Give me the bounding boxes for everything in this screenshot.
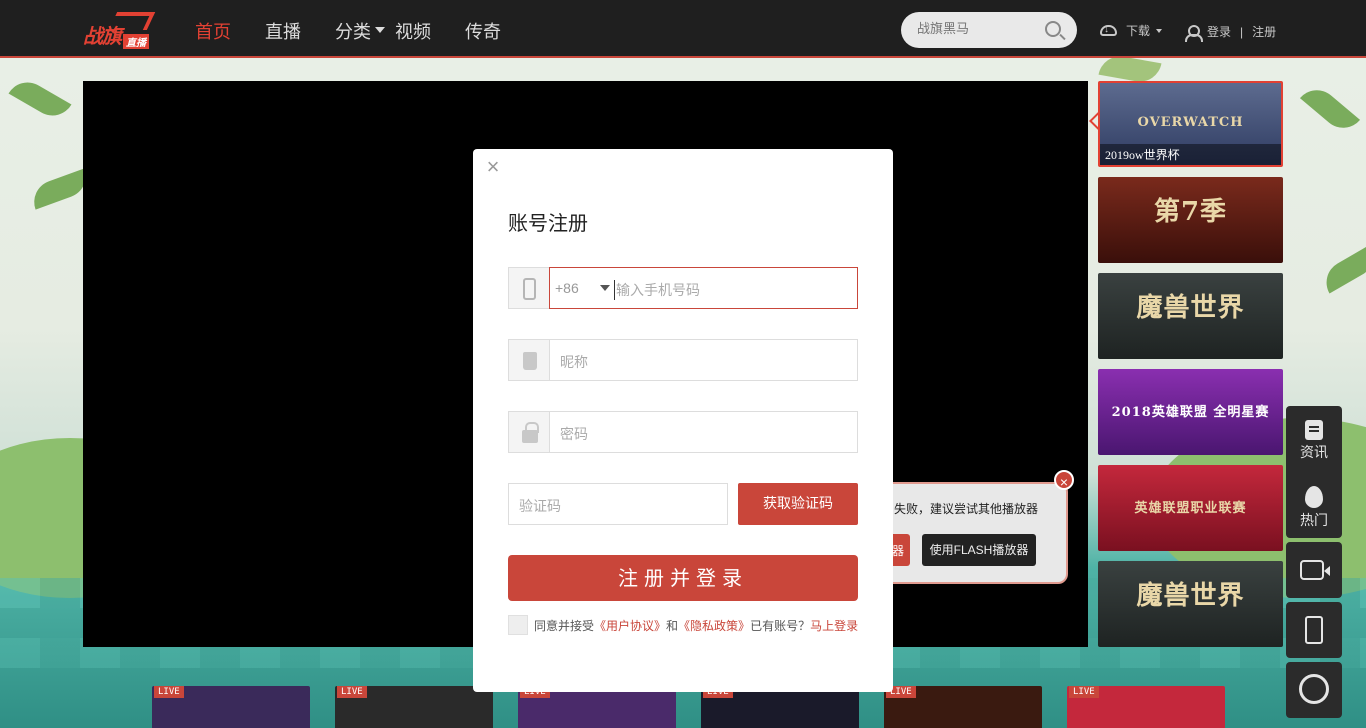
nickname-field: 昵称 — [508, 339, 858, 381]
chevron-down-icon — [600, 285, 610, 291]
register-dialog: × 账号注册 +86 输入手机号码 昵称 密码 验证码 获取验证码 注册并登录 … — [473, 149, 893, 692]
verification-code-input[interactable]: 验证码 — [508, 483, 728, 525]
dialog-title: 账号注册 — [508, 211, 588, 235]
login-now-link[interactable]: 马上登录 — [810, 617, 858, 634]
password-field-icon-box — [508, 411, 549, 453]
id-tag-icon — [523, 352, 537, 370]
phone-input[interactable]: +86 输入手机号码 — [549, 267, 858, 309]
password-placeholder: 密码 — [560, 427, 588, 443]
get-code-button[interactable]: 获取验证码 — [738, 483, 858, 525]
agree-and: 和 — [666, 618, 679, 633]
have-account-text: 已有账号？ — [750, 618, 811, 633]
nickname-placeholder: 昵称 — [560, 355, 588, 371]
password-input[interactable]: 密码 — [549, 411, 858, 453]
code-placeholder: 验证码 — [519, 499, 561, 515]
agreement-row: 同意并接受 《用户协议》 和 《隐私政策》 已有账号？ 马上登录 — [508, 615, 858, 635]
agree-checkbox[interactable] — [508, 615, 528, 635]
phone-placeholder: 输入手机号码 — [614, 280, 700, 300]
phone-field-icon-box — [508, 267, 549, 309]
close-icon[interactable]: × — [483, 156, 503, 178]
nickname-field-icon-box — [508, 339, 549, 381]
mobile-phone-icon — [523, 278, 536, 300]
lock-icon — [522, 422, 539, 443]
password-field: 密码 — [508, 411, 858, 453]
user-agreement-link[interactable]: 《用户协议》 — [594, 617, 666, 634]
agree-prefix: 同意并接受 — [534, 618, 595, 633]
register-submit-button[interactable]: 注册并登录 — [508, 555, 858, 601]
phone-field: +86 输入手机号码 — [508, 267, 858, 309]
nickname-input[interactable]: 昵称 — [549, 339, 858, 381]
privacy-policy-link[interactable]: 《隐私政策》 — [678, 617, 750, 634]
country-code-select[interactable]: +86 — [555, 280, 579, 296]
